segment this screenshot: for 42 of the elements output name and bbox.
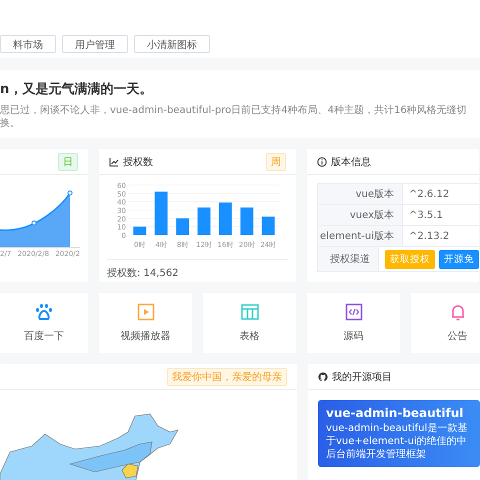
bar — [176, 218, 189, 235]
shortcut-label: 表格 — [240, 330, 260, 343]
line-chart-icon — [109, 156, 119, 166]
shortcut-label: 公告 — [448, 330, 468, 343]
shortcut-card[interactable]: 源码 — [307, 293, 400, 353]
bar — [219, 202, 232, 235]
github-icon — [318, 372, 328, 382]
banner-text: vue-admin-beautiful是一款基于vue+element-ui的绝佳的中后台前端开发管理框架 — [326, 422, 468, 461]
card-title: 版本信息 — [331, 156, 372, 168]
period-tag: 日 — [58, 152, 78, 170]
shortcut-card[interactable]: 视频播放器 — [99, 293, 192, 353]
table-value: ^3.5.1 — [408, 208, 444, 222]
page-tab[interactable]: 料市场 — [0, 35, 56, 53]
info-icon — [317, 156, 327, 166]
card-title: 我的开源项目 — [332, 370, 393, 384]
bar — [240, 208, 254, 235]
auth-count: 授权数: 14,562 — [107, 259, 288, 280]
shortcut-label: 源码 — [344, 330, 364, 343]
page-tab[interactable]: 用户管理 — [62, 35, 128, 53]
period-tag: 周 — [266, 152, 286, 170]
welcome-title: n，又是元气满满的一天。 — [0, 81, 154, 98]
page-tab[interactable]: 小清新图标 — [134, 35, 210, 53]
table-label: 授权渠道 — [318, 247, 379, 271]
table-value: ^2.13.2 — [408, 230, 450, 244]
card-title: 授权数 — [123, 156, 154, 168]
shortcut-label: 视频播放器 — [120, 330, 170, 343]
slogan-tag: 我爱你中国，亲爱的母亲 — [167, 368, 287, 386]
shortcut-card[interactable]: 百度一下 — [0, 293, 88, 353]
bar — [198, 208, 210, 235]
banner-title: vue-admin-beautiful — [326, 406, 464, 420]
table-label: vuex版本 — [318, 205, 403, 225]
welcome-description: 思已过，闲谈不论人非，vue-admin-beautiful-pro日前已支持4种布局、4种主题，共计16种风格无缝切换。 — [0, 104, 468, 130]
shortcut-card[interactable]: 公告 — [411, 293, 480, 353]
project-banner[interactable]: vue-admin-beautiful vue-admin-beautiful是一款基于vue+element-ui的绝佳的中后台前端开发管理框架 — [318, 400, 480, 467]
bar — [262, 216, 275, 235]
table-label: vue版本 — [318, 184, 403, 204]
table-value: ^2.6.12 — [408, 188, 450, 202]
shortcut-label: 百度一下 — [24, 330, 64, 343]
table-label: element-ui版本 — [318, 226, 403, 246]
bar — [133, 226, 146, 235]
bar — [154, 192, 168, 235]
shortcut-card[interactable]: 表格 — [203, 293, 296, 353]
